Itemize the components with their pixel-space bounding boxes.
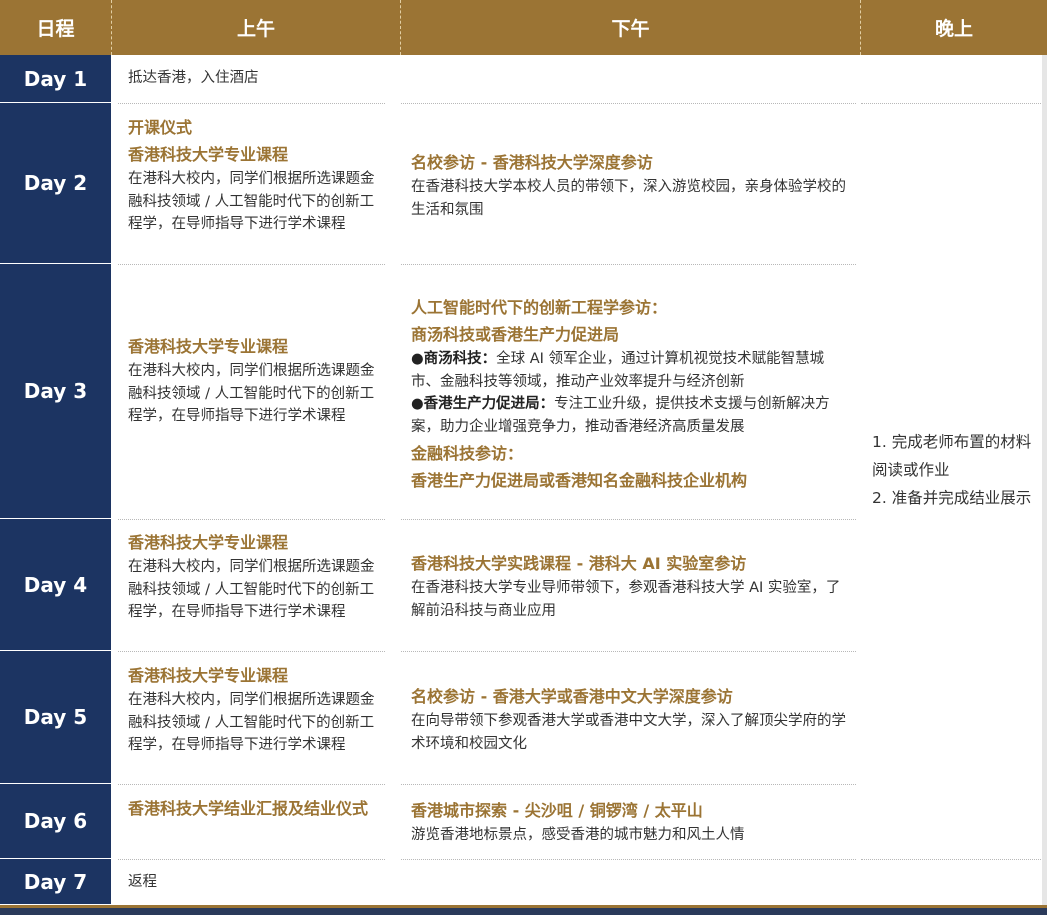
row-divider bbox=[401, 859, 856, 860]
day-2-morning: 开课仪式 香港科技大学专业课程 在港科大校内，同学们根据所选课题金融科技领域 /… bbox=[128, 114, 386, 236]
day-6-morning: 香港科技大学结业汇报及结业仪式 bbox=[128, 795, 386, 822]
right-edge-border bbox=[1042, 55, 1047, 905]
day-7-morning-text: 返程 bbox=[128, 874, 157, 890]
row-divider bbox=[401, 651, 856, 652]
day-4-morning: 香港科技大学专业课程 在港科大校内，同学们根据所选课题金融科技领域 / 人工智能… bbox=[128, 529, 386, 624]
day-2-afternoon: 名校参访 - 香港科技大学深度参访 在香港科技大学本校人员的带领下，深入游览校园… bbox=[411, 149, 851, 221]
itinerary-table: 日程 上午 下午 晚上 Day 1 Day 2 Day 3 Day 4 Day … bbox=[0, 0, 1047, 915]
day-6-label: Day 6 bbox=[0, 784, 111, 859]
day-5-afternoon: 名校参访 - 香港大学或香港中文大学深度参访 在向导带领下参观香港大学或香港中文… bbox=[411, 683, 851, 755]
day-3-label: Day 3 bbox=[0, 264, 111, 519]
header-day: 日程 bbox=[0, 0, 111, 55]
day-5-morning: 香港科技大学专业课程 在港科大校内，同学们根据所选课题金融科技领域 / 人工智能… bbox=[128, 662, 386, 757]
day-3-morning: 香港科技大学专业课程 在港科大校内，同学们根据所选课题金融科技领域 / 人工智能… bbox=[128, 333, 386, 428]
day-1-morning-text: 抵达香港，入住酒店 bbox=[128, 70, 259, 86]
day-6-afternoon-desc: 游览香港地标景点，感受香港的城市魅力和风土人情 bbox=[411, 827, 745, 843]
row-divider bbox=[118, 784, 385, 785]
row-divider bbox=[118, 103, 385, 104]
header-morning: 上午 bbox=[111, 0, 401, 55]
day-3-morning-title: 香港科技大学专业课程 bbox=[128, 337, 289, 356]
day-3-bullet-1-title: ●商汤科技： bbox=[411, 351, 497, 367]
row-divider bbox=[861, 103, 1047, 104]
day-3-bullet-2-title: ●香港生产力促进局： bbox=[411, 396, 555, 412]
day-2-afternoon-title: 名校参访 - 香港科技大学深度参访 bbox=[411, 153, 653, 172]
day-5-morning-desc: 在港科大校内，同学们根据所选课题金融科技领域 / 人工智能时代下的创新工程学，在… bbox=[128, 692, 375, 753]
day-5-label: Day 5 bbox=[0, 651, 111, 784]
day-3-afternoon-title-3: 金融科技参访： bbox=[411, 444, 524, 463]
day-3-afternoon-title-4: 香港生产力促进局或香港知名金融科技企业机构 bbox=[411, 471, 748, 490]
evening-item-1: 1. 完成老师布置的材料阅读或作业 bbox=[872, 433, 1032, 479]
day-2-label: Day 2 bbox=[0, 103, 111, 264]
day-6-afternoon: 香港城市探索 - 尖沙咀 / 铜锣湾 / 太平山 游览香港地标景点，感受香港的城… bbox=[411, 797, 851, 847]
bottom-gold-line bbox=[0, 905, 1047, 908]
day-7-label: Day 7 bbox=[0, 859, 111, 905]
day-4-afternoon: 香港科技大学实践课程 - 港科大 AI 实验室参访 在香港科技大学专业导师带领下… bbox=[411, 550, 851, 622]
row-divider bbox=[118, 859, 385, 860]
day-4-morning-desc: 在港科大校内，同学们根据所选课题金融科技领域 / 人工智能时代下的创新工程学，在… bbox=[128, 559, 375, 620]
row-divider bbox=[118, 519, 385, 520]
header-afternoon: 下午 bbox=[401, 0, 861, 55]
row-divider bbox=[118, 651, 385, 652]
row-divider bbox=[401, 264, 856, 265]
day-4-afternoon-desc: 在香港科技大学专业导师带领下，参观香港科技大学 AI 实验室，了解前沿科技与商业… bbox=[411, 580, 841, 619]
row-divider bbox=[401, 519, 856, 520]
day-4-label: Day 4 bbox=[0, 519, 111, 651]
day-3-bullet-2: ●香港生产力促进局：专注工业升级，提供技术支援与创新解决方案，助力企业增强竞争力… bbox=[411, 393, 851, 438]
evening-item-2: 2. 准备并完成结业展示 bbox=[872, 489, 1032, 507]
day-2-morning-title-2: 香港科技大学专业课程 bbox=[128, 145, 289, 164]
day-5-afternoon-desc: 在向导带领下参观香港大学或香港中文大学，深入了解顶尖学府的学术环境和校园文化 bbox=[411, 713, 846, 752]
day-3-bullet-1: ●商汤科技：全球 AI 领军企业，通过计算机视觉技术赋能智慧城市、金融科技等领域… bbox=[411, 348, 851, 393]
row-divider bbox=[401, 103, 856, 104]
day-2-morning-desc: 在港科大校内，同学们根据所选课题金融科技领域 / 人工智能时代下的创新工程学，在… bbox=[128, 171, 375, 232]
row-divider bbox=[861, 859, 1047, 860]
row-divider bbox=[118, 264, 385, 265]
day-3-morning-desc: 在港科大校内，同学们根据所选课题金融科技领域 / 人工智能时代下的创新工程学，在… bbox=[128, 363, 375, 424]
day-2-morning-title-1: 开课仪式 bbox=[128, 118, 193, 137]
day-3-afternoon-title-1: 人工智能时代下的创新工程学参访： bbox=[411, 298, 668, 317]
day-4-afternoon-title: 香港科技大学实践课程 - 港科大 AI 实验室参访 bbox=[411, 554, 747, 573]
day-5-afternoon-title: 名校参访 - 香港大学或香港中文大学深度参访 bbox=[411, 687, 733, 706]
day-6-morning-title: 香港科技大学结业汇报及结业仪式 bbox=[128, 799, 369, 818]
header-evening: 晚上 bbox=[861, 0, 1047, 55]
day-3-afternoon: 人工智能时代下的创新工程学参访： 商汤科技或香港生产力促进局 ●商汤科技：全球 … bbox=[411, 294, 851, 494]
day-4-morning-title: 香港科技大学专业课程 bbox=[128, 533, 289, 552]
day-6-afternoon-title: 香港城市探索 - 尖沙咀 / 铜锣湾 / 太平山 bbox=[411, 801, 703, 820]
row-divider bbox=[401, 784, 856, 785]
day-3-afternoon-title-2: 商汤科技或香港生产力促进局 bbox=[411, 325, 620, 344]
day-1-label: Day 1 bbox=[0, 55, 111, 103]
evening-cell: 1. 完成老师布置的材料阅读或作业 2. 准备并完成结业展示 bbox=[872, 428, 1042, 512]
day-5-morning-title: 香港科技大学专业课程 bbox=[128, 666, 289, 685]
day-2-afternoon-desc: 在香港科技大学本校人员的带领下，深入游览校园，亲身体验学校的生活和氛围 bbox=[411, 179, 846, 218]
